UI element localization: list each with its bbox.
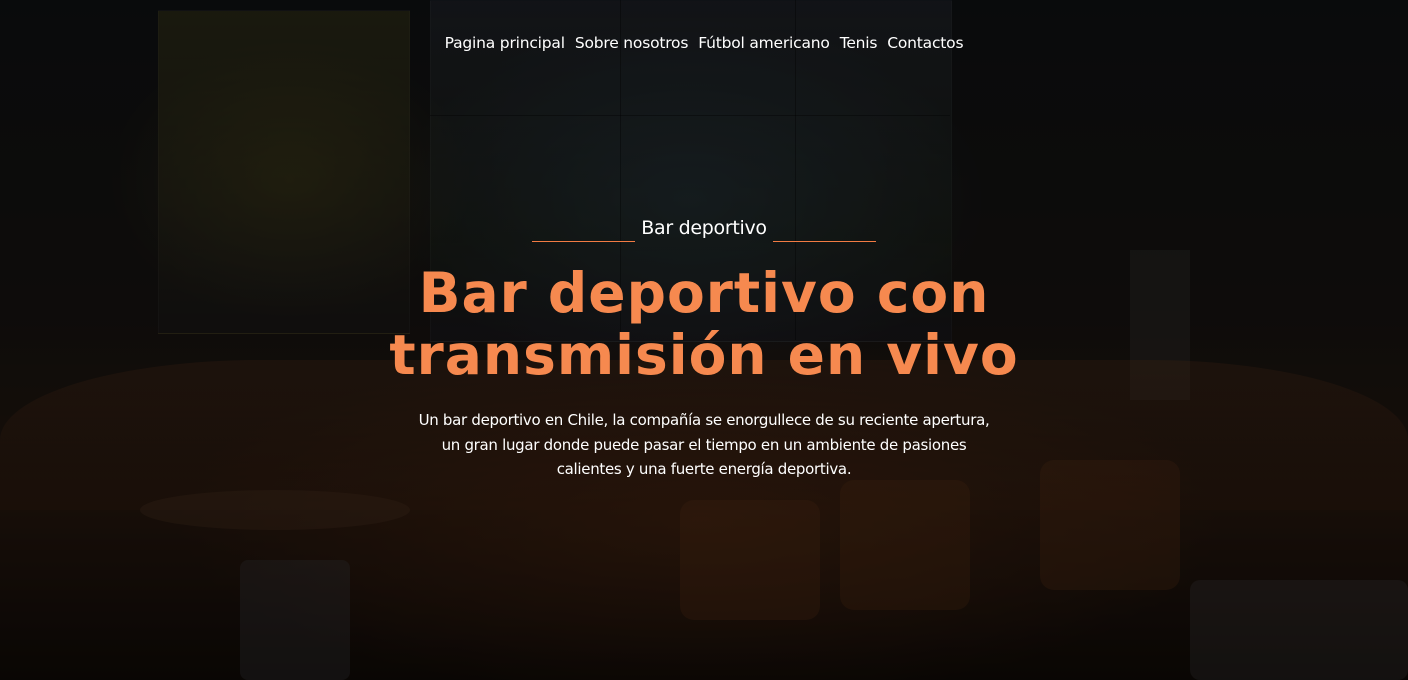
- hero-description: Un bar deportivo en Chile, la compañía s…: [418, 411, 990, 478]
- hero-content: Bar deportivo Bar deportivo con transmis…: [0, 212, 1408, 482]
- kicker-row: Bar deportivo: [0, 212, 1408, 244]
- nav-link-home[interactable]: Pagina principal: [445, 34, 565, 52]
- hero-headline: Bar deportivo con transmisión en vivo: [389, 261, 1019, 387]
- hero-kicker: Bar deportivo: [641, 217, 767, 239]
- kicker-right-line: [772, 240, 876, 242]
- main-nav: Pagina principal Sobre nosotros Fútbol a…: [0, 34, 1408, 52]
- nav-link-about[interactable]: Sobre nosotros: [575, 34, 689, 52]
- hero-section: Pagina principal Sobre nosotros Fútbol a…: [0, 0, 1408, 680]
- nav-link-tennis[interactable]: Tenis: [840, 34, 878, 52]
- nav-link-american-football[interactable]: Fútbol americano: [698, 34, 830, 52]
- nav-link-contacts[interactable]: Contactos: [887, 34, 963, 52]
- kicker-left-line: [532, 240, 636, 242]
